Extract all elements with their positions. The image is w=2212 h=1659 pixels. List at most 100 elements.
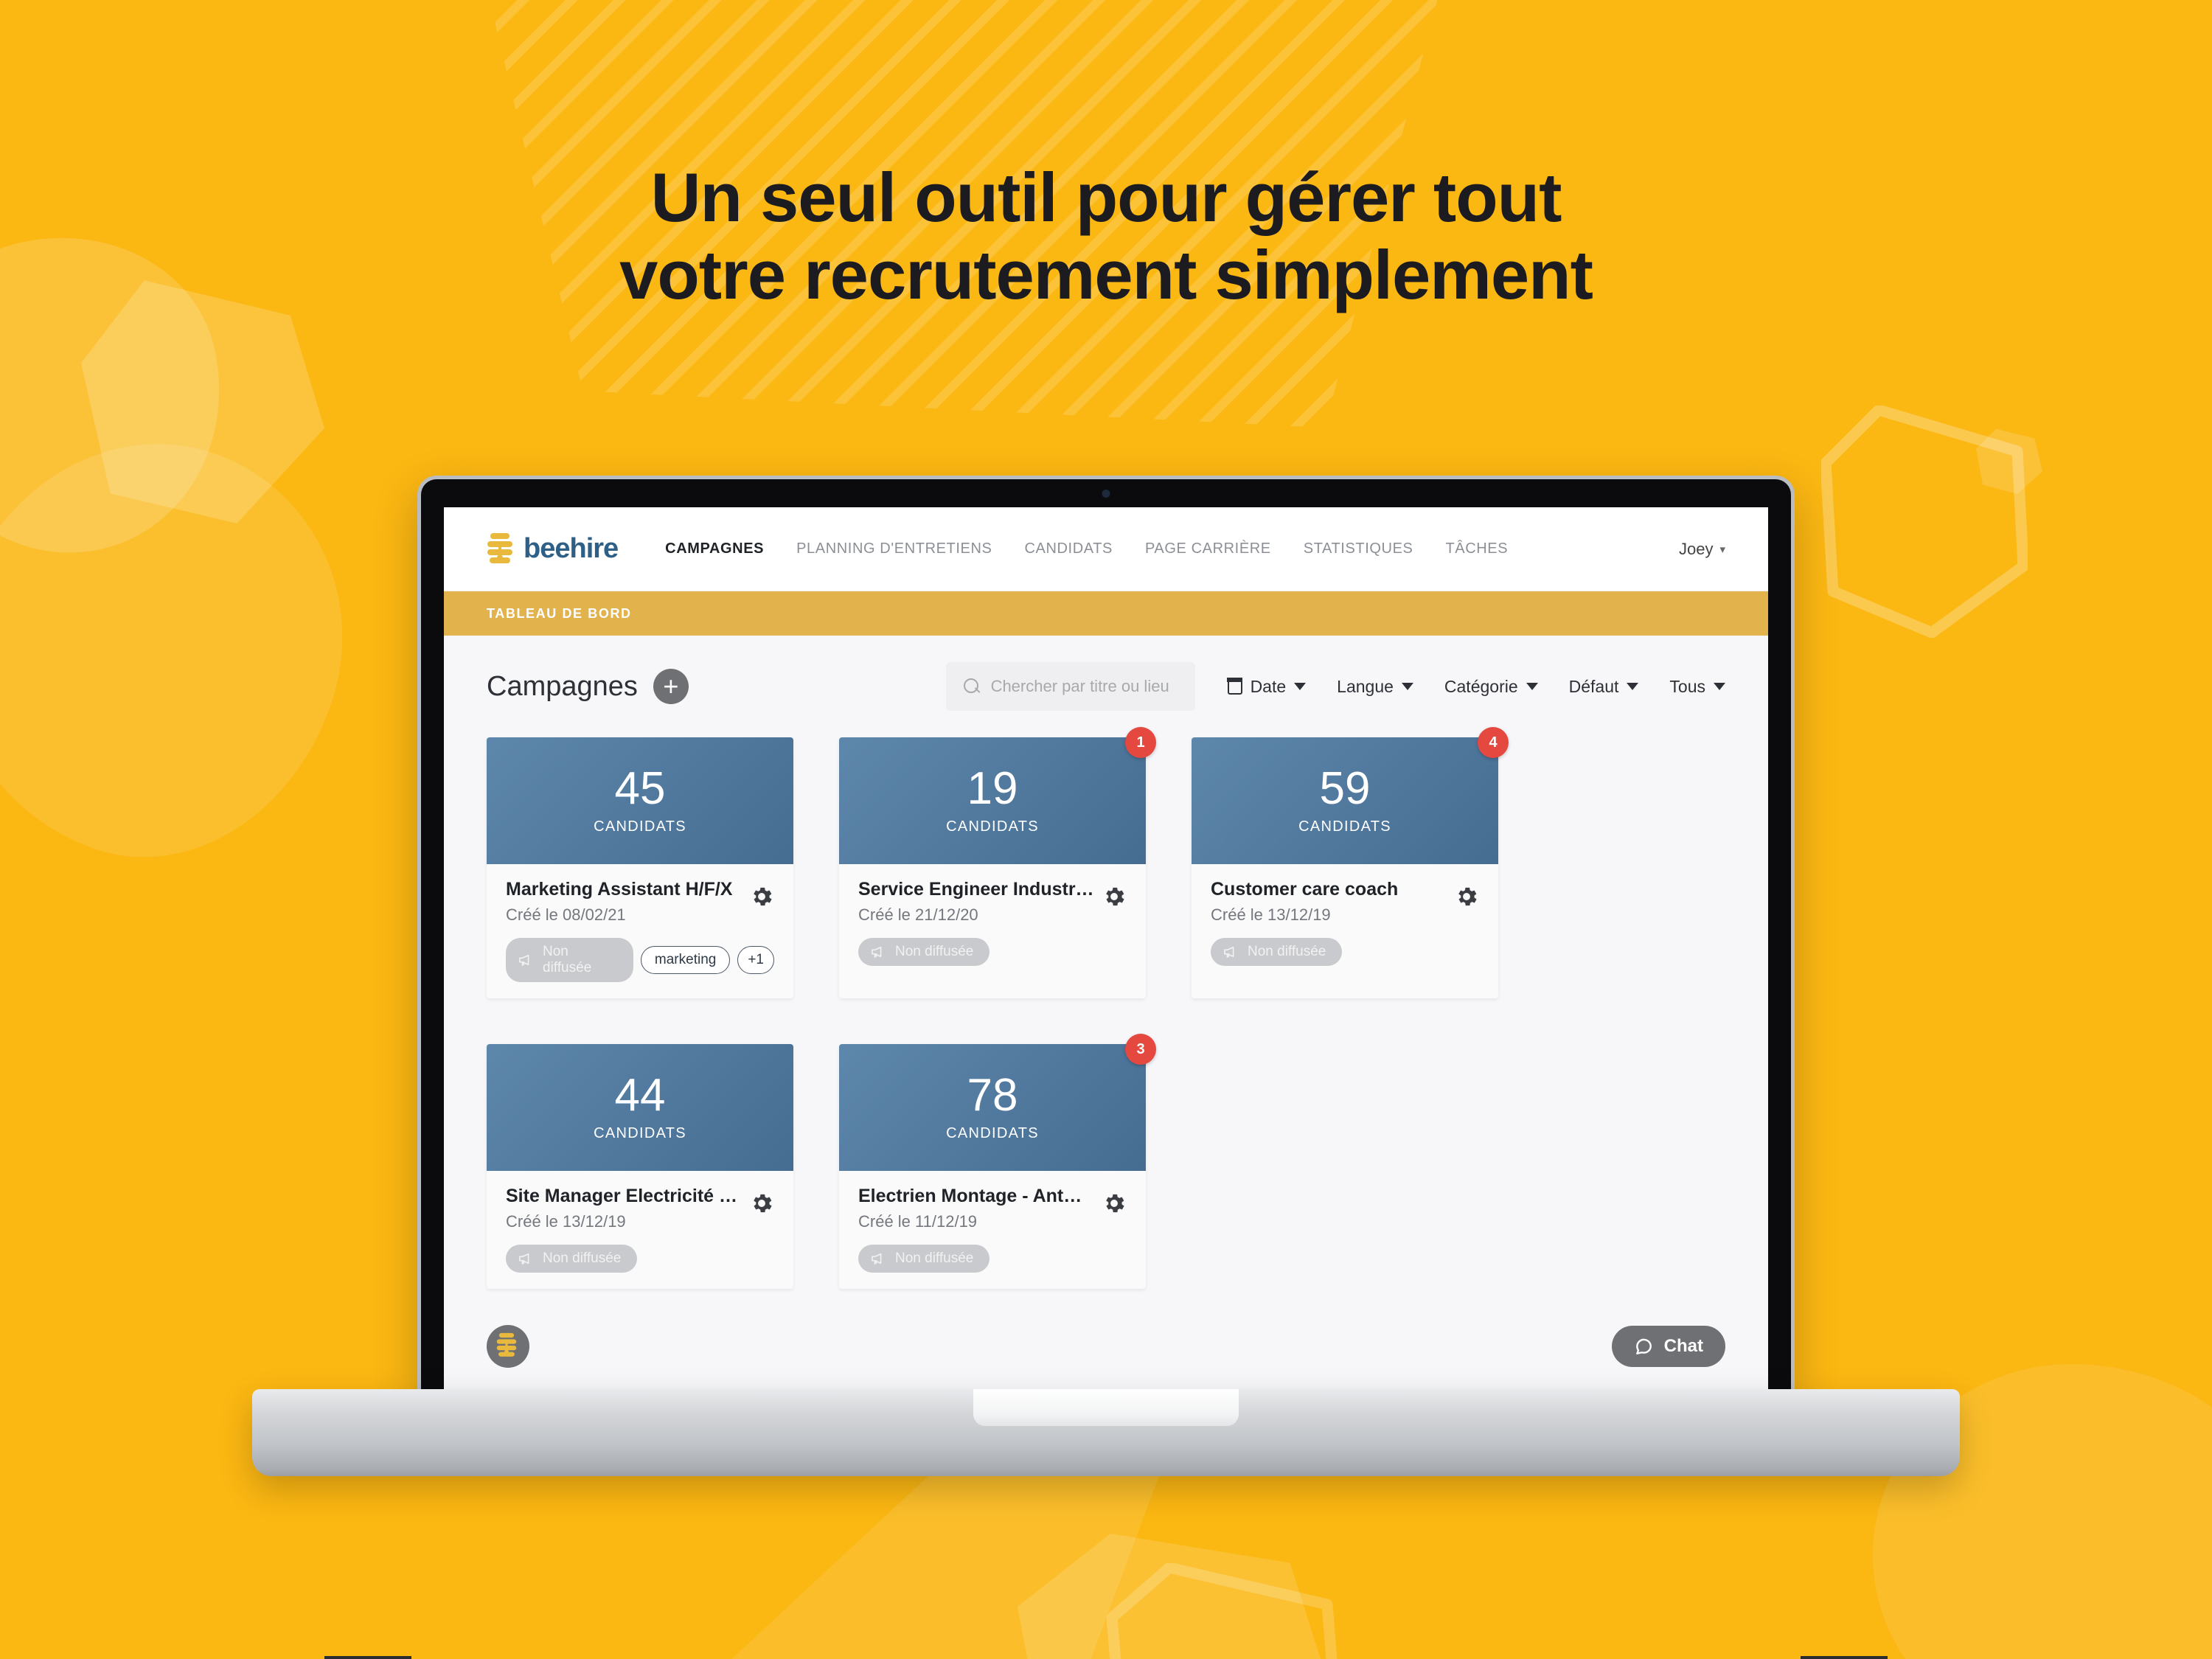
chevron-down-icon bbox=[1714, 683, 1725, 690]
headline-line-1: Un seul outil pour gérer tout bbox=[650, 159, 1562, 236]
nav-item-statistiques[interactable]: STATISTIQUES bbox=[1304, 540, 1413, 557]
campaign-card-body: Service Engineer Industrial… Créé le 21/… bbox=[839, 864, 1146, 982]
chat-button[interactable]: Chat bbox=[1611, 1326, 1725, 1367]
filter-tous[interactable]: Tous bbox=[1669, 677, 1725, 697]
laptop-base-notch bbox=[973, 1389, 1239, 1426]
status-badge-label: Non diffusée bbox=[895, 944, 974, 959]
search-box[interactable] bbox=[945, 662, 1195, 711]
beehive-fab-button[interactable] bbox=[487, 1325, 529, 1368]
campaign-date: Créé le 13/12/19 bbox=[1211, 905, 1331, 924]
filter-categorie[interactable]: Catégorie bbox=[1444, 677, 1538, 697]
chevron-down-icon bbox=[1401, 683, 1413, 690]
filter-date[interactable]: Date bbox=[1226, 677, 1307, 697]
candidate-count: 78 bbox=[967, 1070, 1018, 1121]
campaign-title: Site Manager Electricité H/… bbox=[506, 1186, 743, 1206]
nav-item-page-carriere[interactable]: PAGE CARRIÈRE bbox=[1145, 540, 1271, 557]
page-headline: Un seul outil pour gérer tout votre recr… bbox=[0, 159, 2212, 314]
brand-logo[interactable]: beehire bbox=[487, 532, 619, 566]
campaign-title: Marketing Assistant H/F/X bbox=[506, 879, 733, 900]
status-badge: Non diffusée bbox=[858, 938, 990, 966]
beehive-icon bbox=[496, 1332, 517, 1358]
nav-links: CAMPAGNES PLANNING D'ENTRETIENS CANDIDAT… bbox=[665, 540, 1508, 557]
search-input[interactable] bbox=[990, 677, 1178, 696]
filter-langue-label: Langue bbox=[1337, 676, 1394, 696]
brand-name: beehire bbox=[524, 533, 619, 564]
hexagon-outline-bottom bbox=[1106, 1563, 1338, 1659]
candidate-count: 45 bbox=[614, 763, 666, 814]
filter-tous-label: Tous bbox=[1669, 676, 1705, 696]
campaign-date: Créé le 21/12/20 bbox=[858, 905, 978, 924]
status-badge-label: Non diffusée bbox=[895, 1251, 974, 1266]
status-badge-label: Non diffusée bbox=[1248, 944, 1326, 959]
campaign-chips: Non diffusée bbox=[1211, 938, 1479, 966]
search-icon bbox=[963, 678, 980, 695]
gear-icon[interactable] bbox=[749, 884, 774, 909]
campaign-chips: Non diffusée bbox=[858, 1245, 1127, 1273]
megaphone-icon bbox=[872, 1253, 882, 1265]
filter-defaut[interactable]: Défaut bbox=[1569, 677, 1639, 697]
gear-icon[interactable] bbox=[749, 1191, 774, 1216]
beehive-icon bbox=[487, 532, 513, 566]
campaign-card-header: 59 CANDIDATS bbox=[1192, 737, 1498, 864]
nav-item-campagnes[interactable]: CAMPAGNES bbox=[665, 540, 764, 557]
campaign-date: Créé le 08/02/21 bbox=[506, 905, 626, 924]
campaign-card[interactable]: 1 19 CANDIDATS Service Engineer Industri… bbox=[839, 727, 1156, 998]
filter-defaut-label: Défaut bbox=[1568, 676, 1619, 696]
main-content: Campagnes + Date La bbox=[444, 636, 1768, 1397]
notification-badge[interactable]: 4 bbox=[1478, 727, 1509, 758]
chevron-down-icon bbox=[1526, 683, 1538, 690]
campaign-card[interactable]: 4 59 CANDIDATS Customer care coach Créé … bbox=[1192, 727, 1509, 998]
filter-langue[interactable]: Langue bbox=[1337, 677, 1413, 697]
campaign-title: Service Engineer Industrial… bbox=[858, 879, 1096, 900]
filter-categorie-label: Catégorie bbox=[1444, 676, 1518, 696]
campaign-chips: Non diffusée bbox=[506, 1245, 774, 1273]
campaign-card[interactable]: 44 CANDIDATS Site Manager Electricité H/… bbox=[487, 1044, 793, 1289]
campaign-card[interactable]: 3 78 CANDIDATS Electrien Montage - Antwe… bbox=[839, 1034, 1156, 1289]
campaign-card-body: Customer care coach Créé le 13/12/19 Non… bbox=[1192, 864, 1498, 982]
campaign-date: Créé le 11/12/19 bbox=[858, 1212, 978, 1231]
campaign-tag[interactable]: marketing bbox=[640, 946, 731, 974]
campaign-card-body: Electrien Montage - Antwe… Créé le 11/12… bbox=[839, 1171, 1146, 1289]
account-menu[interactable]: Joey ▾ bbox=[1679, 540, 1725, 559]
candidate-count-label: CANDIDATS bbox=[1298, 818, 1391, 835]
notification-badge[interactable]: 1 bbox=[1125, 727, 1156, 758]
status-badge: Non diffusée bbox=[1211, 938, 1343, 966]
campaign-card-body: Marketing Assistant H/F/X Créé le 08/02/… bbox=[487, 864, 793, 998]
app-top-navigation: beehire CAMPAGNES PLANNING D'ENTRETIENS … bbox=[444, 507, 1768, 591]
laptop-mockup: beehire CAMPAGNES PLANNING D'ENTRETIENS … bbox=[417, 476, 1795, 1397]
campaigns-toolbar: Campagnes + Date La bbox=[487, 636, 1725, 737]
campaign-grid: 45 CANDIDATS Marketing Assistant H/F/X C… bbox=[487, 727, 1725, 1289]
candidate-count-label: CANDIDATS bbox=[946, 1125, 1039, 1141]
headline-line-2: votre recrutement simplement bbox=[619, 236, 1593, 314]
candidate-count-label: CANDIDATS bbox=[946, 818, 1039, 835]
dashboard-subbar: TABLEAU DE BORD bbox=[444, 591, 1768, 636]
laptop-lid: beehire CAMPAGNES PLANNING D'ENTRETIENS … bbox=[417, 476, 1795, 1397]
add-campaign-button[interactable]: + bbox=[653, 669, 689, 704]
gear-icon[interactable] bbox=[1102, 884, 1127, 909]
campaign-tag-more[interactable]: +1 bbox=[737, 946, 774, 974]
account-name: Joey bbox=[1678, 539, 1714, 558]
campaign-card-header: 44 CANDIDATS bbox=[487, 1044, 793, 1171]
chevron-down-icon: ▾ bbox=[1719, 543, 1725, 556]
status-badge-label: Non diffusée bbox=[543, 944, 592, 975]
chat-bubble-icon bbox=[1635, 1338, 1652, 1354]
status-badge: Non diffusée bbox=[858, 1245, 990, 1273]
notification-badge[interactable]: 3 bbox=[1125, 1034, 1156, 1065]
laptop-foot-right bbox=[1801, 1656, 1888, 1659]
nav-item-planning-entretiens[interactable]: PLANNING D'ENTRETIENS bbox=[796, 540, 992, 557]
gear-icon[interactable] bbox=[1454, 884, 1479, 909]
chevron-down-icon bbox=[1294, 683, 1307, 690]
page-title-text: Campagnes bbox=[487, 670, 638, 702]
campaign-date: Créé le 13/12/19 bbox=[506, 1212, 626, 1231]
status-badge-label: Non diffusée bbox=[543, 1251, 622, 1266]
campaign-card[interactable]: 45 CANDIDATS Marketing Assistant H/F/X C… bbox=[487, 737, 793, 998]
candidate-count-label: CANDIDATS bbox=[594, 818, 686, 835]
filter-bar: Date Langue Catégorie Défaut Tous bbox=[1226, 677, 1725, 697]
gear-icon[interactable] bbox=[1102, 1191, 1127, 1216]
browser-screen: beehire CAMPAGNES PLANNING D'ENTRETIENS … bbox=[444, 507, 1768, 1397]
laptop-base bbox=[252, 1389, 1960, 1476]
chevron-down-icon bbox=[1627, 683, 1639, 690]
nav-item-taches[interactable]: TÂCHES bbox=[1445, 540, 1508, 557]
nav-item-candidats[interactable]: CANDIDATS bbox=[1024, 540, 1112, 557]
campaign-chips: Non diffusée marketing +1 bbox=[506, 938, 774, 982]
